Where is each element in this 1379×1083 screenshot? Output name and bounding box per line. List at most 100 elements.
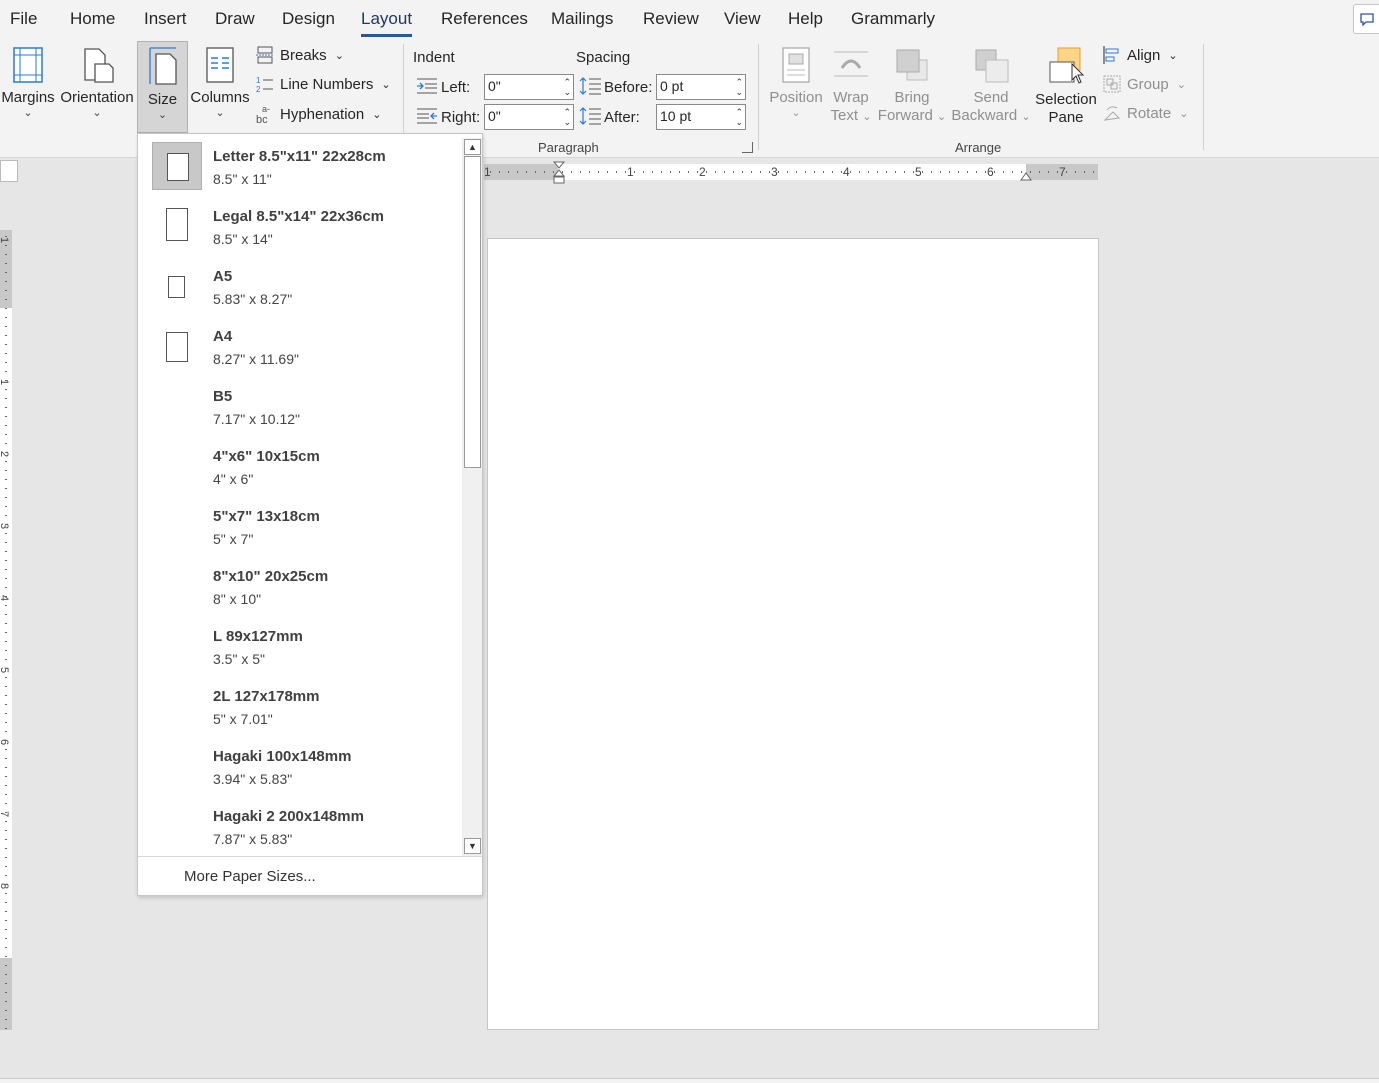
position-button[interactable]: Position ⌄ [766, 44, 826, 130]
indent-right-input[interactable]: 0" ⌃ ⌄ [484, 104, 574, 130]
more-paper-sizes-item[interactable]: More Paper Sizes... [138, 856, 482, 896]
group-label: Group [1127, 75, 1169, 93]
vertical-ruler[interactable]: 1 1 2 3 4 5 6 7 8 [0, 230, 12, 1030]
spin-down-icon[interactable]: ⌄ [563, 88, 571, 97]
comments-button[interactable] [1353, 4, 1379, 34]
paper-size-legal[interactable]: Legal 8.5"x14" 22x36cm 8.5" x 14" [138, 196, 462, 256]
spin-up-icon[interactable]: ⌃ [563, 78, 571, 87]
chevron-down-icon: ⌄ [381, 78, 391, 91]
bring-forward-button[interactable]: Bring Forward ⌄ [876, 44, 948, 130]
spacing-after-input[interactable]: 10 pt ⌃ ⌄ [656, 104, 746, 130]
scroll-up-icon[interactable]: ▲ [464, 139, 481, 155]
breaks-button[interactable]: Breaks ⌄ [256, 46, 344, 64]
paper-icon [166, 208, 188, 241]
paper-size-b5[interactable]: B5 7.17" x 10.12" [138, 376, 462, 436]
selection-pane-label-1: Selection [1035, 91, 1097, 108]
tab-file[interactable]: File [10, 9, 37, 29]
rotate-label: Rotate [1127, 104, 1172, 122]
spin-up-icon[interactable]: ⌃ [735, 78, 743, 87]
selection-pane-button[interactable]: Selection Pane [1033, 44, 1099, 130]
indent-right-label: Right: [441, 109, 481, 126]
paper-size-hagaki-2[interactable]: Hagaki 2 200x148mm 7.87" x 5.83" [138, 796, 462, 856]
paper-size-name: 4"x6" 10x15cm [213, 448, 320, 465]
tab-insert[interactable]: Insert [144, 9, 187, 29]
ruler-tick [5, 911, 7, 912]
ruler-tick [5, 938, 7, 939]
ruler-tick [5, 362, 7, 363]
paper-size-l[interactable]: L 89x127mm 3.5" x 5" [138, 616, 462, 676]
tab-mailings[interactable]: Mailings [551, 9, 613, 29]
group-button[interactable]: Group ⌄ [1103, 75, 1186, 93]
ruler-tick [5, 704, 7, 705]
ruler-tick [805, 171, 806, 173]
ruler-tick [5, 992, 7, 993]
paper-size-a5[interactable]: A5 5.83" x 8.27" [138, 256, 462, 316]
ruler-tick [922, 171, 923, 173]
tab-help[interactable]: Help [788, 9, 823, 29]
svg-text:2: 2 [256, 85, 261, 93]
margins-icon [13, 47, 43, 83]
margins-button[interactable]: Margins ⌄ [0, 44, 56, 130]
scrollbar-thumb[interactable] [464, 156, 481, 468]
wrap-text-button[interactable]: Wrap Text ⌄ [826, 44, 876, 130]
size-button[interactable]: Size ⌄ [137, 41, 188, 133]
ruler-tick [868, 171, 869, 173]
tab-design[interactable]: Design [282, 9, 335, 29]
tab-draw[interactable]: Draw [215, 9, 255, 29]
hyphenation-button[interactable]: a- bc Hyphenation ⌄ [256, 104, 381, 124]
ruler-tick [652, 171, 653, 173]
ruler-tick [508, 171, 509, 173]
document-page[interactable] [487, 238, 1099, 1030]
spin-up-icon[interactable]: ⌃ [735, 108, 743, 117]
ruler-tick [5, 461, 7, 462]
rotate-button[interactable]: Rotate ⌄ [1103, 104, 1188, 122]
bring-forward-label-1: Bring [894, 89, 930, 106]
spin-down-icon[interactable]: ⌄ [563, 118, 571, 127]
horizontal-ruler[interactable]: 1 1 2 3 4 5 6 7 [484, 161, 1098, 184]
paper-size-4x6[interactable]: 4"x6" 10x15cm 4" x 6" [138, 436, 462, 496]
indent-marker-icon[interactable] [552, 161, 566, 185]
ruler-tick [5, 677, 7, 678]
ruler-tick [5, 506, 7, 507]
chevron-down-icon: ⌄ [157, 109, 168, 121]
chevron-down-icon: ⌄ [1176, 78, 1186, 91]
spacing-before-input[interactable]: 0 pt ⌃ ⌄ [656, 74, 746, 100]
ruler-tick [814, 171, 815, 173]
tab-home[interactable]: Home [70, 9, 115, 29]
ruler-tick [5, 641, 7, 642]
spin-up-icon[interactable]: ⌃ [563, 108, 571, 117]
send-backward-button[interactable]: Send Backward ⌄ [950, 44, 1032, 130]
paper-size-dims: 8.5" x 14" [213, 231, 273, 247]
scroll-down-icon[interactable]: ▼ [464, 838, 481, 854]
align-button[interactable]: Align ⌄ [1103, 46, 1178, 64]
columns-button[interactable]: Columns ⌄ [190, 44, 250, 130]
paragraph-dialog-launcher-icon[interactable] [742, 142, 753, 153]
dropdown-scrollbar[interactable]: ▲ ▼ [462, 138, 482, 856]
paper-size-letter[interactable]: Letter 8.5"x11" 22x28cm 8.5" x 11" [138, 136, 462, 196]
orientation-button[interactable]: Orientation ⌄ [58, 44, 136, 130]
tab-grammarly[interactable]: Grammarly [851, 9, 935, 29]
tab-view[interactable]: View [724, 9, 761, 29]
ruler-tick [5, 290, 7, 291]
tab-layout[interactable]: Layout [361, 9, 413, 37]
indent-left-icon [417, 78, 437, 94]
paper-size-hagaki[interactable]: Hagaki 100x148mm 3.94" x 5.83" [138, 736, 462, 796]
spin-down-icon[interactable]: ⌄ [735, 118, 743, 127]
paper-size-8x10[interactable]: 8"x10" 20x25cm 8" x 10" [138, 556, 462, 616]
ruler-corner-tab-selector[interactable] [0, 160, 18, 182]
paragraph-group-label: Paragraph [538, 140, 599, 155]
line-numbers-button[interactable]: 1 2 Line Numbers ⌄ [256, 75, 391, 94]
indent-left-input[interactable]: 0" ⌃ ⌄ [484, 74, 574, 100]
tab-references[interactable]: References [441, 9, 528, 29]
paper-size-dims: 8.27" x 11.69" [213, 351, 299, 367]
tab-review[interactable]: Review [643, 9, 699, 29]
paper-size-dims: 5" x 7" [213, 531, 254, 547]
chevron-down-icon: ⌄ [791, 107, 801, 119]
paper-size-5x7[interactable]: 5"x7" 13x18cm 5" x 7" [138, 496, 462, 556]
spin-down-icon[interactable]: ⌄ [735, 88, 743, 97]
ruler-tick [580, 171, 581, 173]
paper-size-a4[interactable]: A4 8.27" x 11.69" [138, 316, 462, 376]
ruler-tick [1093, 171, 1094, 173]
paper-size-2l[interactable]: 2L 127x178mm 5" x 7.01" [138, 676, 462, 736]
ruler-tick [5, 1001, 7, 1002]
